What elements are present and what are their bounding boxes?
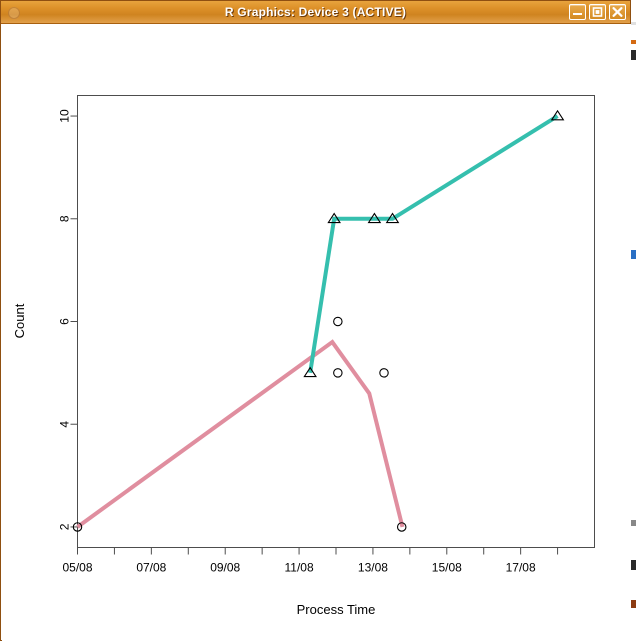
series-teal: [303, 109, 565, 378]
maximize-icon: [592, 7, 603, 17]
window-controls: [569, 4, 626, 20]
x-tick-label: 17/08: [506, 561, 536, 575]
series-pink-marker: [379, 368, 389, 378]
plot-area: 2 4 6 8 10 05/08 07/08 09/08 11/08 13/08 15/08 17/…: [2, 25, 631, 642]
x-tick-label: 13/08: [358, 561, 388, 575]
x-tick-label: 07/08: [136, 561, 166, 575]
y-tick-label: 10: [58, 109, 72, 123]
minimize-button[interactable]: [569, 4, 586, 20]
close-icon: [612, 7, 623, 17]
x-tick-label: 11/08: [285, 561, 314, 575]
series-teal-line: [308, 114, 559, 374]
y-tick-label: 4: [58, 421, 72, 428]
y-axis-title: Count: [12, 303, 27, 338]
graphics-device-canvas: 2 4 6 8 10 05/08 07/08 09/08 11/08 13/08 15/08 17/…: [2, 24, 631, 642]
close-button[interactable]: [609, 4, 626, 20]
window-title: R Graphics: Device 3 (ACTIVE): [224, 5, 407, 19]
y-axis: 2 4 6 8 10: [58, 109, 78, 530]
series-pink-marker: [333, 316, 343, 327]
series-pink: [72, 316, 407, 532]
minimize-icon: [572, 7, 583, 17]
window-menu-icon[interactable]: [8, 7, 20, 19]
x-tick-label: 15/08: [432, 561, 462, 575]
maximize-button[interactable]: [589, 4, 606, 20]
x-axis: 05/08 07/08 09/08 11/08 13/08 15/08 17/08: [62, 547, 559, 575]
r-graphics-window: R Graphics: Device 3 (ACTIVE) 2 4 6 8 10…: [0, 0, 631, 642]
series-pink-line: [76, 339, 405, 529]
window-titlebar[interactable]: R Graphics: Device 3 (ACTIVE): [1, 1, 630, 24]
y-tick-label: 2: [58, 523, 72, 530]
x-axis-title: Process Time: [297, 602, 376, 617]
series-pink-marker: [333, 368, 343, 378]
x-tick-label: 05/08: [62, 561, 92, 575]
r-plot: 2 4 6 8 10 05/08 07/08 09/08 11/08 13/08 15/08 17/…: [12, 95, 595, 617]
screen: R Graphics: Device 3 (ACTIVE) 2 4 6 8 10…: [0, 0, 636, 642]
plot-frame: [77, 95, 595, 548]
series-layer: [72, 109, 565, 532]
y-tick-label: 6: [58, 318, 72, 325]
x-tick-label: 09/08: [210, 561, 240, 575]
y-tick-label: 8: [58, 215, 72, 222]
